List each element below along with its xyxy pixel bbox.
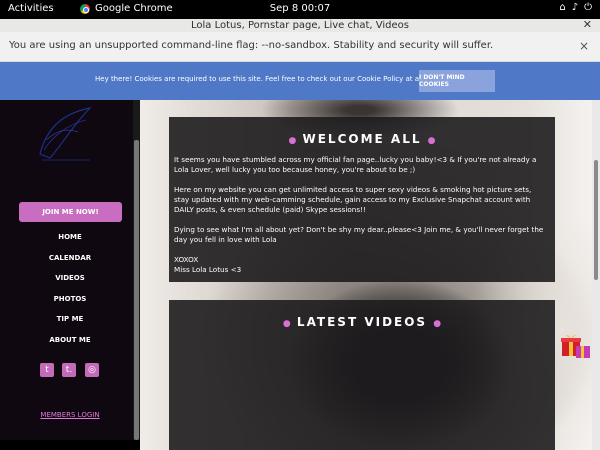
page-scroll-thumb[interactable] [594,160,598,280]
clock[interactable]: Sep 8 00:07 [270,3,330,14]
cookie-text: Hey there! Cookies are required to use t… [95,75,448,83]
tumblr-icon[interactable]: t [40,363,54,377]
system-tray[interactable]: ⌂ ♪ ⏻ [559,2,592,13]
gift-icon[interactable] [560,330,592,360]
instagram-icon[interactable]: ◎ [85,363,99,377]
bullet-icon: ● [288,136,297,146]
latest-videos-heading: ● LATEST VIDEOS ● [169,315,555,329]
members-login-link[interactable]: MEMBERS LOGIN [0,411,140,419]
welcome-paragraph-3: Dying to see what I'm all about yet? Don… [174,225,544,244]
chrome-icon [80,3,90,14]
join-me-button[interactable]: JOIN ME NOW! [19,202,122,222]
volume-icon: ♪ [571,2,579,13]
nav-videos[interactable]: VIDEOS [0,274,140,282]
site-logo[interactable] [30,102,100,162]
nav-tip-me[interactable]: TIP ME [0,315,140,323]
sidebar-scrollbar[interactable] [133,100,140,440]
bullet-icon: ● [433,319,442,329]
info-bar-message: You are using an unsupported command-lin… [9,40,494,51]
nav-about-me[interactable]: ABOUT ME [0,336,140,344]
bullet-icon: ● [282,319,291,329]
welcome-paragraph-1: It seems you have stumbled across my off… [174,155,537,174]
welcome-paragraph-2: Here on my website you can get unlimited… [174,185,532,214]
welcome-panel: ● WELCOME ALL ● It seems you have stumbl… [169,117,555,282]
app-menu[interactable]: Google Chrome [80,3,173,14]
signature-line-1: XOXOX [174,255,199,264]
system-top-bar: Activities Google Chrome Sep 8 00:07 ⌂ ♪… [0,0,600,19]
accept-cookies-button[interactable]: I DON'T MIND COOKIES [419,70,495,92]
app-name: Google Chrome [95,3,173,14]
power-icon: ⏻ [584,2,592,13]
info-bar: You are using an unsupported command-lin… [0,32,600,62]
nav-calendar[interactable]: CALENDAR [0,254,140,262]
latest-videos-panel: ● LATEST VIDEOS ● [169,300,555,450]
sidebar: JOIN ME NOW! HOME CALENDAR VIDEOS PHOTOS… [0,100,140,440]
info-bar-close-icon[interactable]: × [579,39,589,53]
cookie-banner: Hey there! Cookies are required to use t… [0,62,600,100]
latest-videos-title: LATEST VIDEOS [296,315,428,329]
main-content: ● WELCOME ALL ● It seems you have stumbl… [140,100,600,450]
sidebar-scroll-thumb[interactable] [134,140,139,440]
bullet-icon: ● [427,136,436,146]
signature-line-2: Miss Lola Lotus <3 [174,265,242,274]
window-close-icon[interactable]: ✕ [583,18,592,31]
window-title: Lola Lotus, Pornstar page, Live chat, Vi… [191,20,409,31]
network-icon: ⌂ [559,2,566,13]
welcome-heading: ● WELCOME ALL ● [169,132,555,146]
welcome-body: It seems you have stumbled across my off… [174,155,546,275]
welcome-title: WELCOME ALL [302,132,422,146]
tumblr-alt-icon[interactable]: t. [62,363,76,377]
nav-home[interactable]: HOME [0,233,140,241]
activities-button[interactable]: Activities [8,3,54,14]
nav-photos[interactable]: PHOTOS [0,295,140,303]
page-scrollbar[interactable] [592,100,600,450]
window-titlebar: Lola Lotus, Pornstar page, Live chat, Vi… [0,18,600,32]
